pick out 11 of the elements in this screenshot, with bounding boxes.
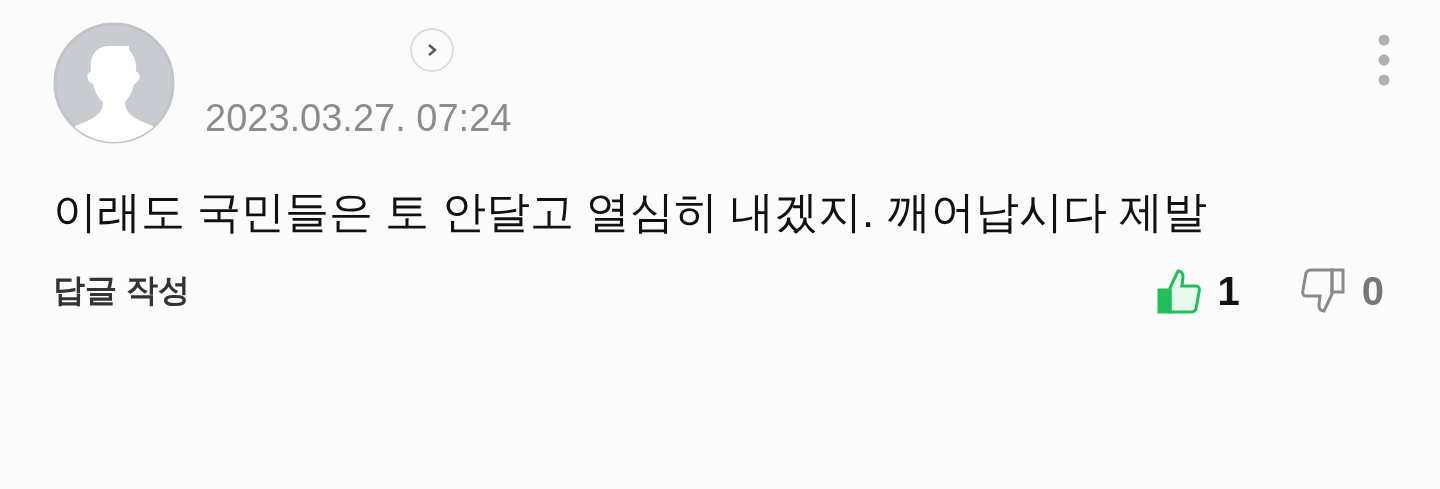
comment-timestamp: 2023.03.27. 07:24 [205,96,513,141]
more-options-icon[interactable] [1378,34,1390,86]
comment-text: 이래도 국민들은 토 안달고 열심히 내겠지. 깨어납시다 제발 [53,186,1208,238]
profile-arrow-button[interactable] [410,28,454,72]
like-count: 1 [1217,268,1240,314]
thumbs-down-icon[interactable] [1299,268,1346,314]
reply-button[interactable]: 답글 작성 [53,269,190,313]
thumbs-up-icon[interactable] [1155,268,1202,314]
chevron-right-icon [426,43,438,57]
avatar-icon [53,22,175,144]
dislike-count: 0 [1361,268,1384,314]
